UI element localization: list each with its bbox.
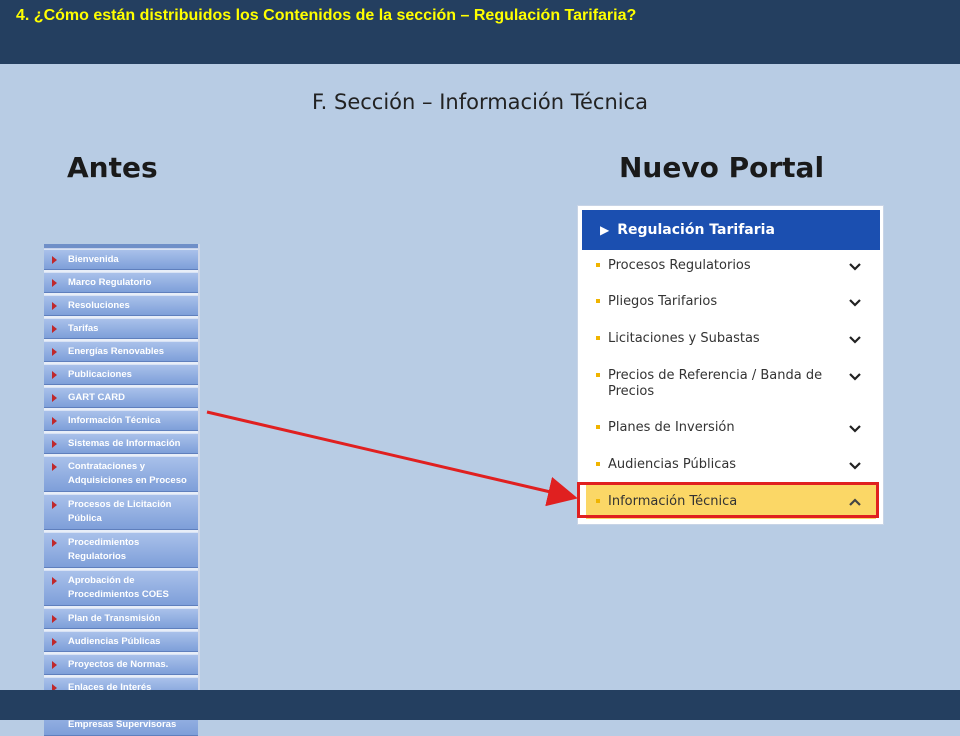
bottom-bar bbox=[0, 690, 960, 720]
mapping-arrow bbox=[206, 410, 578, 507]
